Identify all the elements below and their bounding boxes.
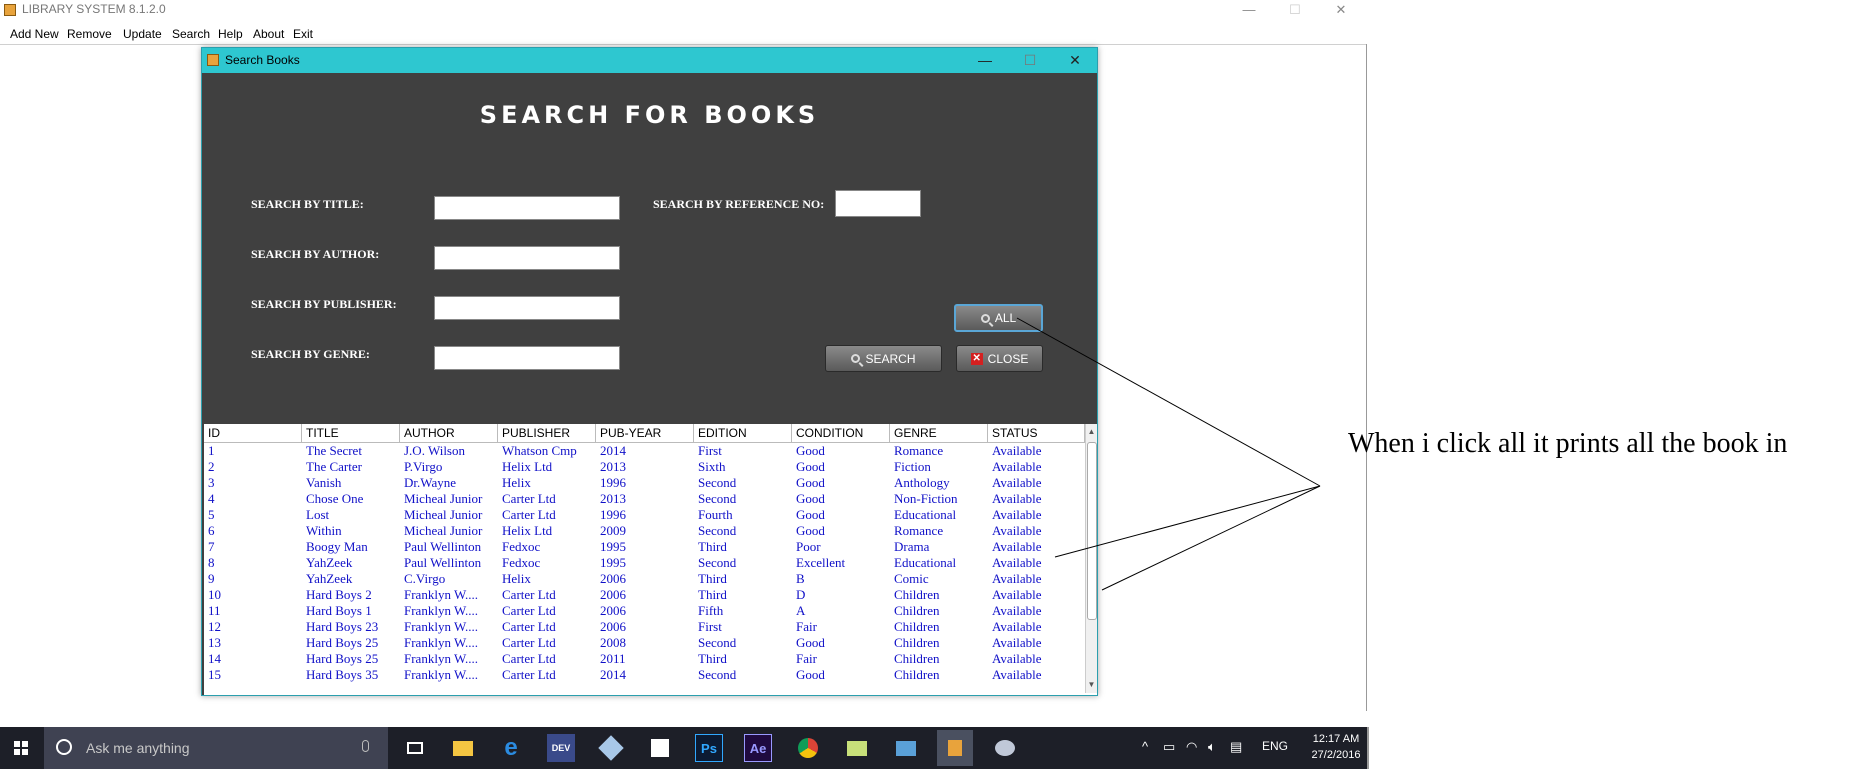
- search-placeholder: Ask me anything: [86, 740, 190, 756]
- virtualbox-icon[interactable]: [597, 734, 625, 762]
- photoshop-icon[interactable]: Ps: [695, 734, 723, 762]
- photos-icon[interactable]: [892, 734, 920, 762]
- clock-date: 27/2/2016: [1311, 749, 1361, 761]
- arrow-line-to-scrollbar: [1101, 485, 1321, 591]
- taskbar: Ask me anything e DEV Ps Ae ^ ▭ ◠ 🔈︎ ▤ E…: [0, 727, 1367, 769]
- clock-time: 12:17 AM: [1312, 733, 1360, 745]
- arrow-line-to-all-button: [1016, 317, 1321, 487]
- volume-icon[interactable]: 🔈︎: [1208, 739, 1216, 755]
- tray-overflow-icon[interactable]: ^: [1142, 739, 1148, 754]
- edge-browser-icon[interactable]: e: [497, 734, 525, 762]
- paint-icon[interactable]: [991, 734, 1019, 762]
- task-view-icon[interactable]: [401, 734, 429, 762]
- screen-edge: [1367, 727, 1369, 769]
- devcpp-icon[interactable]: DEV: [547, 734, 575, 762]
- cortana-icon: [56, 739, 72, 755]
- system-clock[interactable]: 12:17 AM 27/2/2016: [1308, 731, 1364, 763]
- windows-logo-icon: [14, 741, 28, 755]
- battery-icon[interactable]: ▭: [1163, 739, 1175, 755]
- chrome-icon[interactable]: [794, 734, 822, 762]
- after-effects-icon[interactable]: Ae: [744, 734, 772, 762]
- annotation-text: When i click all it prints all the book …: [1348, 428, 1788, 459]
- action-center-icon[interactable]: ▤: [1230, 739, 1242, 755]
- store-icon[interactable]: [646, 734, 674, 762]
- notes-icon[interactable]: [843, 734, 871, 762]
- start-button[interactable]: [0, 727, 42, 769]
- annotation-arrows: [1016, 317, 1321, 591]
- microphone-icon[interactable]: [362, 740, 369, 752]
- language-indicator[interactable]: ENG: [1262, 739, 1288, 753]
- file-explorer-icon[interactable]: [449, 734, 477, 762]
- java-taskbar-icon[interactable]: [937, 730, 973, 766]
- arrow-line-to-table: [1054, 485, 1321, 558]
- cortana-search-box[interactable]: Ask me anything: [44, 727, 388, 769]
- wifi-icon[interactable]: ◠: [1186, 739, 1197, 755]
